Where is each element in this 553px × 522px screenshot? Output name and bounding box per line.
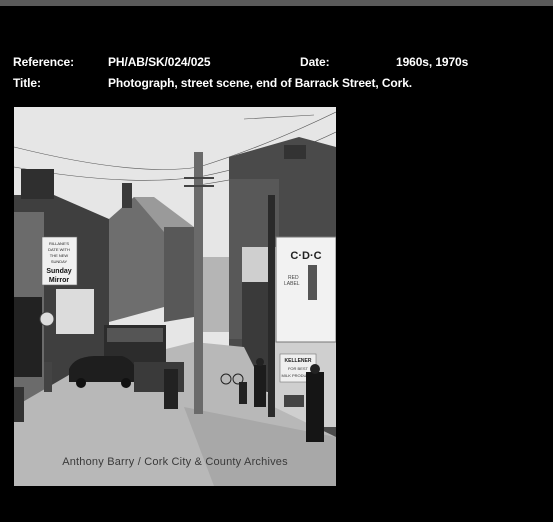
kellener-sign-line-2: FOR BEST (288, 366, 309, 371)
date-value: 1960s, 1970s (396, 55, 469, 69)
mirror-sign-line-1: RILLANE'S (49, 241, 69, 246)
kellener-sign-line-1: KELLENER (285, 358, 312, 364)
reference-value: PH/AB/SK/024/025 (108, 55, 211, 69)
label-sign-text: LABEL (284, 281, 300, 287)
title-label: Title: (13, 76, 41, 90)
cdc-sign-text: C·D·C (290, 250, 321, 262)
mirror-sign-line-6: Mirror (49, 277, 70, 284)
street-scene-image: C·D·C RED LABEL KELLENER FOR BEST MILK P… (14, 107, 336, 486)
title-value: Photograph, street scene, end of Barrack… (108, 76, 413, 90)
date-label: Date: (300, 55, 330, 69)
mirror-sign-line-5: Sunday (46, 268, 71, 275)
archive-photograph[interactable]: C·D·C RED LABEL KELLENER FOR BEST MILK P… (14, 107, 336, 486)
mirror-sign-line-3: THE NEW (50, 253, 69, 258)
photo-credit: Anthony Barry / Cork City & County Archi… (62, 456, 288, 468)
mirror-sign-line-2: DATE WITH (48, 247, 70, 252)
mirror-sign-line-4: SUNDAY (51, 259, 68, 264)
reference-label: Reference: (13, 55, 75, 69)
window-top-bar (0, 0, 553, 6)
